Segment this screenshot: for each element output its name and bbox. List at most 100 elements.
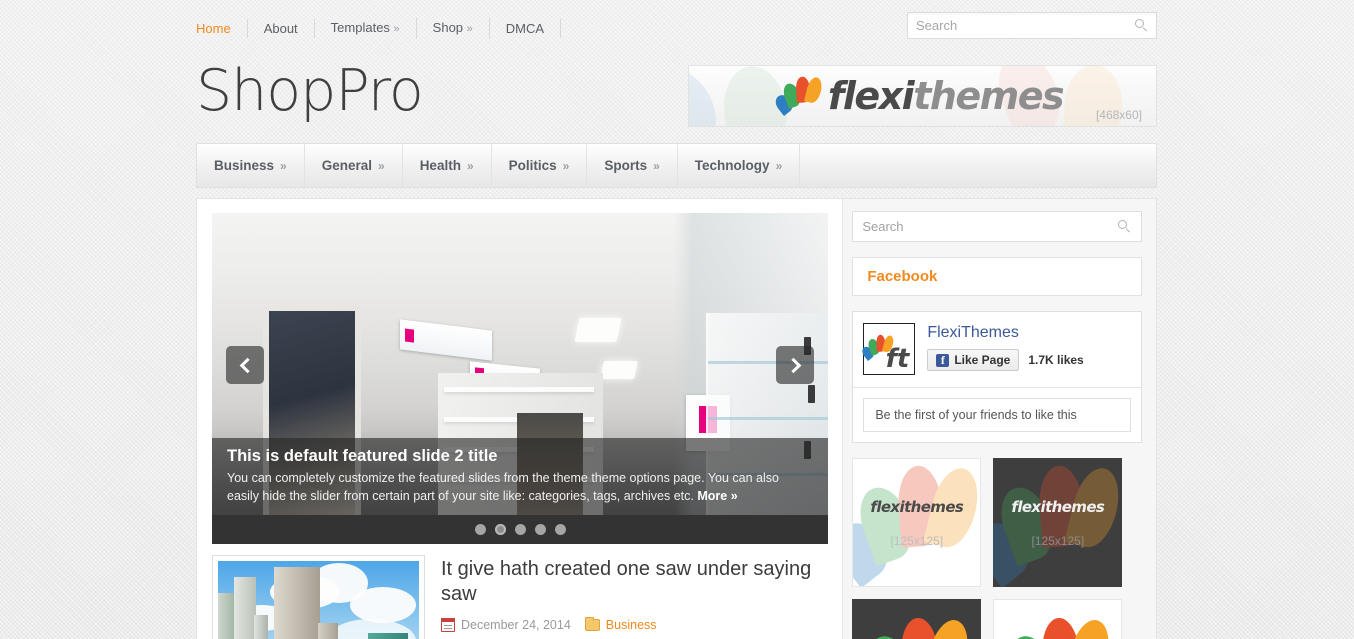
flexithemes-flower-icon	[861, 603, 974, 639]
chevron-left-icon	[239, 357, 255, 373]
header-banner-ad[interactable]: flexithemes [468x60]	[688, 65, 1157, 127]
search-icon[interactable]	[1118, 220, 1131, 233]
ad-brand-text: flexithemes	[870, 497, 964, 516]
main-nav-item-health[interactable]: Health »	[403, 144, 492, 187]
masthead: ShopPro flexithemes [468x60]	[196, 55, 1157, 143]
chevron-right-icon: »	[280, 158, 287, 173]
slider-dot-1[interactable]	[474, 524, 486, 535]
chevron-right-icon: »	[653, 158, 660, 173]
flexithemes-flower-icon	[993, 458, 1123, 587]
post-thumbnail-frame[interactable]	[212, 555, 425, 639]
header-search-box[interactable]	[907, 12, 1157, 39]
calendar-icon	[441, 618, 455, 632]
sidebar-search-input[interactable]	[853, 212, 1109, 241]
featured-slider: This is default featured slide 2 title Y…	[212, 213, 828, 544]
slide-caption-title: This is default featured slide 2 title	[227, 447, 498, 465]
ad-size-label: [125x125]	[890, 533, 944, 548]
sidebar-ads-grid: flexithemes [125x125] flexithemes [125x1…	[852, 458, 1142, 639]
facebook-like-count: 1.7K likes	[1028, 353, 1084, 367]
top-nav-label: Home	[196, 21, 231, 36]
search-icon[interactable]	[1135, 19, 1148, 32]
main-column: This is default featured slide 2 title Y…	[197, 199, 842, 639]
facebook-avatar-initials: ft	[885, 344, 910, 374]
slider-prev-button[interactable]	[226, 346, 264, 384]
slider-dot-5[interactable]	[554, 524, 566, 535]
chevron-right-icon: »	[466, 23, 473, 35]
top-navigation: Home About Templates » Shop » DMCA	[196, 18, 562, 39]
flexithemes-flower-icon	[1002, 603, 1115, 639]
slide-caption: This is default featured slide 2 title Y…	[212, 438, 828, 515]
main-nav-item-politics[interactable]: Politics »	[492, 144, 588, 187]
top-nav-label: DMCA	[505, 21, 545, 36]
post-thumbnail-image	[218, 561, 419, 639]
top-nav-item-templates[interactable]: Templates »	[315, 18, 417, 39]
chevron-right-icon	[785, 357, 801, 373]
header-search-input[interactable]	[908, 13, 1126, 38]
main-nav-item-general[interactable]: General »	[305, 144, 403, 187]
sidebar-ad-4[interactable]	[993, 599, 1123, 639]
slider-dot-3[interactable]	[514, 524, 526, 535]
top-nav-item-home[interactable]: Home	[196, 19, 248, 38]
slider-pagination	[212, 515, 828, 544]
sidebar-search-box[interactable]	[852, 211, 1142, 242]
sidebar-ad-3[interactable]	[852, 599, 982, 639]
flexithemes-flower-icon	[772, 71, 824, 119]
facebook-widget-header: Facebook	[852, 257, 1142, 296]
top-nav-item-about[interactable]: About	[248, 19, 315, 38]
main-nav-item-technology[interactable]: Technology »	[678, 144, 801, 187]
main-nav-label: Technology	[694, 158, 770, 173]
content-shell: This is default featured slide 2 title Y…	[196, 198, 1157, 639]
facebook-friends-note: Be the first of your friends to like thi…	[863, 398, 1131, 432]
ad-size-label: [125x125]	[1031, 533, 1085, 548]
slider-dot-4[interactable]	[534, 524, 546, 535]
facebook-like-button[interactable]: Like Page	[927, 349, 1020, 371]
slider-dot-2[interactable]	[494, 524, 506, 535]
main-nav-item-business[interactable]: Business »	[197, 144, 305, 187]
flexithemes-flower-icon	[853, 459, 981, 586]
post-title-link[interactable]: It give hath created one saw under sayin…	[441, 558, 811, 605]
post-category-link[interactable]: Business	[606, 618, 657, 632]
page-root: Home About Templates » Shop » DMCA ShopP…	[0, 0, 1354, 639]
facebook-page-avatar: ft	[860, 323, 916, 375]
sidebar-ad-1[interactable]: flexithemes [125x125]	[852, 458, 982, 587]
main-nav-item-sports[interactable]: Sports »	[587, 144, 678, 187]
sidebar-ad-2[interactable]: flexithemes [125x125]	[993, 458, 1123, 587]
widget-title: Facebook	[867, 268, 938, 285]
chevron-right-icon: »	[393, 23, 400, 35]
chevron-right-icon: »	[562, 158, 570, 173]
top-nav-label: Templates	[330, 20, 390, 35]
chevron-right-icon: »	[775, 158, 783, 173]
banner-size-label: [468x60]	[1095, 108, 1142, 122]
facebook-like-label: Like Page	[954, 353, 1011, 367]
top-nav-label: Shop	[432, 20, 464, 35]
post-date: December 24, 2014	[461, 618, 571, 632]
top-nav-label: About	[263, 21, 298, 36]
facebook-like-box: ft FlexiThemes Like Page 1.7K likes	[852, 311, 1142, 443]
facebook-icon	[936, 353, 950, 368]
banner-brand-text: flexithemes	[827, 74, 1065, 118]
slide-more-link[interactable]: More »	[697, 489, 737, 503]
main-nav-label: Politics	[508, 158, 557, 173]
sidebar: Facebook ft FlexiThemes	[842, 199, 1156, 639]
chevron-right-icon: »	[378, 158, 385, 173]
main-navigation: Business » General » Health » Politics » Spo…	[196, 143, 1157, 188]
post-body: It give hath created one saw under sayin…	[425, 555, 842, 639]
top-nav-item-dmca[interactable]: DMCA	[490, 19, 562, 38]
banner-content: flexithemes	[689, 66, 1156, 126]
facebook-actions: Like Page 1.7K likes	[927, 349, 1084, 371]
slide-caption-text: You can completely customize the feature…	[227, 471, 779, 503]
main-nav-label: Sports	[604, 158, 648, 173]
main-nav-label: Business	[214, 158, 275, 173]
main-nav-label: Health	[419, 158, 461, 173]
post-item: It give hath created one saw under sayin…	[212, 555, 842, 639]
top-nav-item-shop[interactable]: Shop »	[417, 18, 490, 39]
slider-next-button[interactable]	[776, 346, 814, 384]
facebook-page-header: ft FlexiThemes Like Page 1.7K likes	[853, 312, 1141, 388]
facebook-page-name[interactable]: FlexiThemes	[927, 324, 1083, 342]
top-bar: Home About Templates » Shop » DMCA	[0, 0, 1354, 55]
post-meta: December 24, 2014 Business	[441, 617, 842, 632]
chevron-right-icon: »	[466, 158, 474, 173]
ad-brand-text: flexithemes	[1011, 497, 1105, 516]
folder-icon	[584, 617, 600, 631]
site-logo[interactable]: ShopPro	[196, 58, 424, 124]
